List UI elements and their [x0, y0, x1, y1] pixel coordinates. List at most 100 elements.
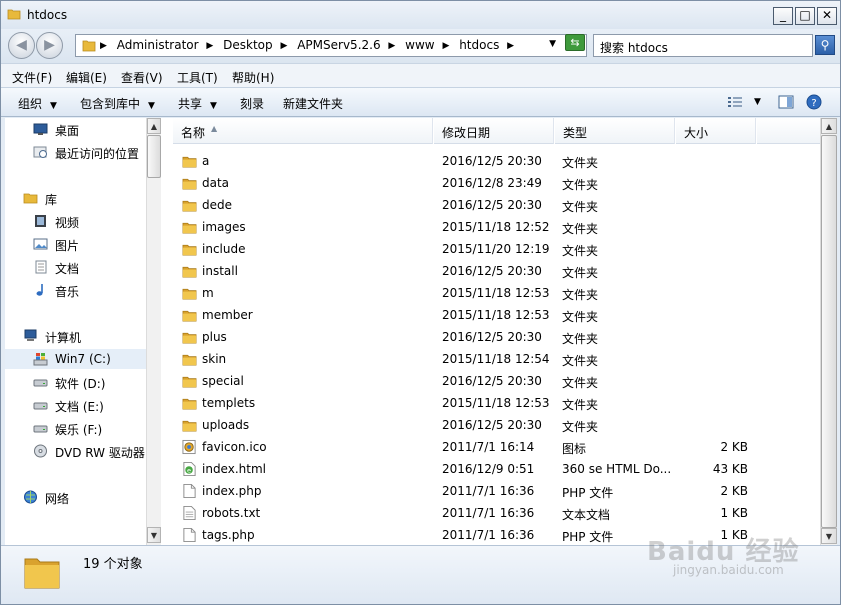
address-bar[interactable]: ▶ Administrator ▶ Desktop ▶ APMServ5.2.6… [75, 34, 587, 57]
breadcrumb-item[interactable]: www [405, 38, 434, 52]
scroll-down-icon[interactable]: ▼ [821, 528, 837, 544]
breadcrumb-item[interactable]: Desktop [223, 38, 273, 52]
forward-button[interactable]: ▶ [36, 32, 63, 59]
breadcrumb-item[interactable]: htdocs [459, 38, 499, 52]
chevron-right-icon[interactable]: ▶ [100, 41, 107, 51]
scroll-thumb[interactable] [821, 135, 837, 528]
nav-item-label: 最近访问的位置 [55, 147, 140, 161]
column-header-date[interactable]: 修改日期 [434, 118, 554, 144]
preview-pane-icon[interactable] [778, 94, 794, 110]
scroll-up-icon[interactable]: ▲ [147, 118, 161, 134]
nav-item-recent[interactable]: 最近访问的位置 [5, 142, 146, 162]
file-date: 2016/12/5 20:30 [442, 374, 542, 388]
table-row[interactable]: include 2015/11/20 12:19 文件夹 [161, 238, 820, 260]
table-row[interactable]: templets 2015/11/18 12:53 文件夹 [161, 392, 820, 414]
share-button[interactable]: 共享 ▼ [178, 95, 217, 112]
nav-item-videos[interactable]: 视频 [5, 211, 146, 231]
nav-item-drive-c[interactable]: Win7 (C:) [5, 349, 146, 369]
file-type: 文件夹 [562, 420, 599, 434]
new-folder-button[interactable]: 新建文件夹 [283, 95, 343, 112]
file-list-scrollbar[interactable]: ▲ ▼ [820, 118, 837, 545]
chevron-down-icon[interactable]: ▼ [754, 97, 761, 107]
column-header-name[interactable]: 名称 ▲ [173, 118, 433, 144]
chevron-right-icon[interactable]: ▶ [388, 41, 395, 51]
table-row[interactable]: skin 2015/11/18 12:54 文件夹 [161, 348, 820, 370]
table-row[interactable]: plus 2016/12/5 20:30 文件夹 [161, 326, 820, 348]
menu-tools[interactable]: 工具(T) [177, 69, 218, 86]
file-name: tags.php [202, 528, 255, 542]
file-date: 2015/11/18 12:52 [442, 220, 550, 234]
chevron-down-icon: ▼ [50, 101, 57, 111]
nav-scrollbar[interactable]: ▲ ▼ [146, 118, 161, 545]
nav-item-drive-f[interactable]: 娱乐 (F:) [5, 418, 146, 438]
table-row[interactable]: member 2015/11/18 12:53 文件夹 [161, 304, 820, 326]
nav-item-network[interactable]: 网络 [5, 487, 146, 507]
nav-item-label: 库 [45, 193, 58, 207]
table-row[interactable]: images 2015/11/18 12:52 文件夹 [161, 216, 820, 238]
table-row[interactable]: favicon.ico 2011/7/1 16:14 图标 2 KB [161, 436, 820, 458]
file-type: 文件夹 [562, 178, 599, 192]
menu-edit[interactable]: 编辑(E) [66, 69, 107, 86]
table-row[interactable]: index.php 2011/7/1 16:36 PHP 文件 2 KB [161, 480, 820, 502]
nav-item-drive-e[interactable]: 文档 (E:) [5, 395, 146, 415]
scroll-thumb[interactable] [147, 135, 161, 178]
organize-label: 组织 [18, 97, 43, 111]
scroll-down-icon[interactable]: ▼ [147, 527, 161, 543]
recent-places-icon [33, 146, 47, 158]
table-row[interactable]: uploads 2016/12/5 20:30 文件夹 [161, 414, 820, 436]
table-row[interactable]: robots.txt 2011/7/1 16:36 文本文档 1 KB [161, 502, 820, 524]
file-name: a [202, 154, 210, 168]
refresh-icon[interactable]: ⇆ [565, 34, 585, 51]
search-icon[interactable]: ⚲ [815, 35, 835, 55]
minimize-button[interactable]: _ [773, 7, 793, 25]
table-row[interactable]: a 2016/12/5 20:30 文件夹 [161, 150, 820, 172]
nav-item-dvd-drive[interactable]: DVD RW 驱动器 [5, 441, 146, 461]
nav-item-pictures[interactable]: 图片 [5, 234, 146, 254]
file-date: 2016/12/5 20:30 [442, 418, 542, 432]
include-in-library-button[interactable]: 包含到库中 ▼ [80, 95, 155, 112]
help-icon[interactable]: ? [806, 94, 822, 110]
column-header-size[interactable]: 大小 [676, 118, 756, 144]
windows-drive-icon [33, 353, 48, 366]
back-button[interactable]: ◀ [8, 32, 35, 59]
column-header-empty [757, 118, 820, 144]
nav-item-desktop[interactable]: 桌面 [5, 119, 146, 139]
table-row[interactable]: install 2016/12/5 20:30 文件夹 [161, 260, 820, 282]
menu-view[interactable]: 查看(V) [121, 69, 163, 86]
video-icon [35, 215, 46, 227]
nav-item-libraries[interactable]: 库 [5, 188, 146, 208]
column-header-label: 类型 [563, 126, 588, 140]
table-row[interactable]: special 2016/12/5 20:30 文件夹 [161, 370, 820, 392]
search-input[interactable]: 搜索 htdocs [593, 34, 813, 57]
menu-help[interactable]: 帮助(H) [232, 69, 274, 86]
chevron-right-icon[interactable]: ▶ [280, 41, 287, 51]
navigation-pane: 桌面 最近访问的位置 库 视频 图片 文档 音乐 计算机 Win7 (C:) 软… [5, 118, 146, 545]
nav-item-drive-d[interactable]: 软件 (D:) [5, 372, 146, 392]
file-date: 2011/7/1 16:36 [442, 484, 535, 498]
column-header-type[interactable]: 类型 [555, 118, 675, 144]
table-row[interactable]: e index.html 2016/12/9 0:51 360 se HTML Do.… [161, 458, 820, 480]
table-row[interactable]: data 2016/12/8 23:49 文件夹 [161, 172, 820, 194]
breadcrumb-item[interactable]: Administrator [117, 38, 199, 52]
breadcrumb-item[interactable]: APMServ5.2.6 [297, 38, 380, 52]
nav-item-music[interactable]: 音乐 [5, 280, 146, 300]
chevron-right-icon[interactable]: ▶ [442, 41, 449, 51]
desktop-icon [33, 123, 48, 135]
organize-button[interactable]: 组织 ▼ [18, 95, 57, 112]
nav-item-documents[interactable]: 文档 [5, 257, 146, 277]
burn-button[interactable]: 刻录 [240, 95, 264, 112]
chevron-right-icon[interactable]: ▶ [206, 41, 213, 51]
folder-icon [182, 200, 197, 212]
scroll-up-icon[interactable]: ▲ [821, 118, 837, 134]
view-options-icon[interactable] [727, 94, 743, 110]
table-row[interactable]: m 2015/11/18 12:53 文件夹 [161, 282, 820, 304]
maximize-button[interactable]: □ [795, 7, 815, 25]
chevron-right-icon[interactable]: ▶ [507, 41, 514, 51]
title-bar[interactable]: htdocs _ □ ✕ [1, 1, 840, 29]
nav-item-label: DVD RW 驱动器 [55, 446, 145, 460]
chevron-down-icon[interactable]: ▼ [549, 39, 556, 49]
menu-file[interactable]: 文件(F) [12, 69, 52, 86]
nav-item-computer[interactable]: 计算机 [5, 326, 146, 346]
table-row[interactable]: dede 2016/12/5 20:30 文件夹 [161, 194, 820, 216]
close-button[interactable]: ✕ [817, 7, 837, 25]
